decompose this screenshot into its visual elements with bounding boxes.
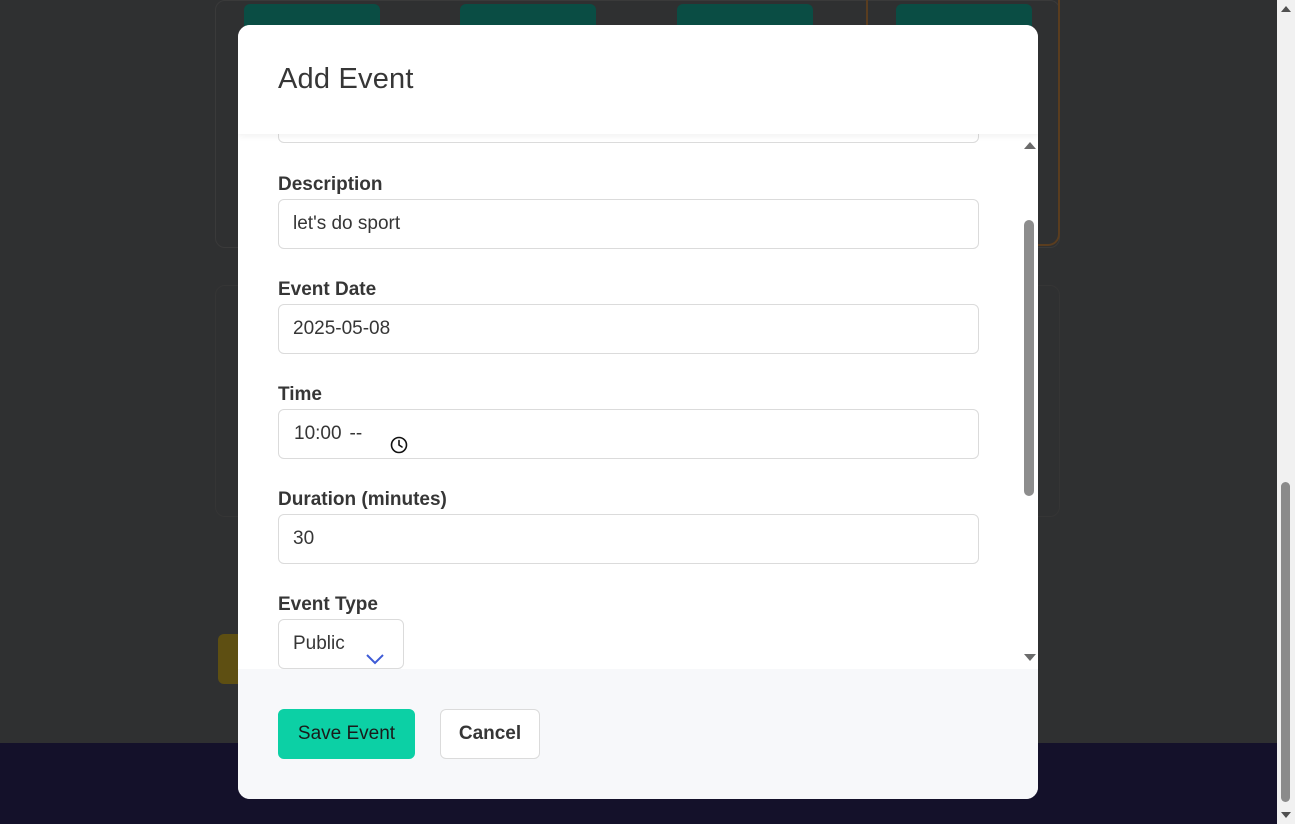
modal-title: Add Event bbox=[278, 63, 414, 95]
event-date-label: Event Date bbox=[278, 279, 377, 300]
time-period[interactable]: -- bbox=[350, 410, 363, 458]
page-scrollbar[interactable] bbox=[1277, 0, 1295, 824]
modal-scrollbar-thumb[interactable] bbox=[1024, 220, 1034, 496]
clock-icon[interactable] bbox=[390, 425, 408, 454]
modal-body-scrollbar[interactable] bbox=[1020, 134, 1038, 669]
modal-header: Add Event bbox=[238, 25, 1038, 134]
time-value[interactable]: 10:00 bbox=[294, 410, 342, 458]
chevron-down-icon[interactable] bbox=[365, 637, 385, 665]
event-date-input[interactable]: 2025-05-08 bbox=[278, 304, 979, 354]
modal-body: Description let's do sport Event Date 20… bbox=[238, 134, 1038, 669]
event-type-select[interactable]: Public bbox=[278, 619, 404, 669]
duration-input[interactable]: 30 bbox=[278, 514, 979, 564]
event-type-value: Public bbox=[293, 633, 345, 654]
cancel-button[interactable]: Cancel bbox=[440, 709, 540, 759]
time-input[interactable]: 10:00 -- bbox=[278, 409, 979, 459]
scroll-down-arrow-icon[interactable] bbox=[1024, 654, 1036, 661]
modal-footer: Save Event Cancel bbox=[238, 669, 1038, 799]
duration-label: Duration (minutes) bbox=[278, 489, 447, 510]
event-type-label: Event Type bbox=[278, 594, 378, 615]
time-label: Time bbox=[278, 384, 323, 405]
scroll-down-arrow-icon[interactable] bbox=[1281, 812, 1291, 818]
description-label: Description bbox=[278, 174, 383, 195]
previous-field-input[interactable] bbox=[278, 134, 979, 143]
description-input[interactable]: let's do sport bbox=[278, 199, 979, 249]
scroll-up-arrow-icon[interactable] bbox=[1281, 6, 1291, 12]
page-scrollbar-thumb[interactable] bbox=[1281, 482, 1290, 802]
add-event-modal: Add Event Description let's do sport Eve… bbox=[238, 25, 1038, 799]
save-event-button[interactable]: Save Event bbox=[278, 709, 415, 759]
scroll-up-arrow-icon[interactable] bbox=[1024, 142, 1036, 149]
